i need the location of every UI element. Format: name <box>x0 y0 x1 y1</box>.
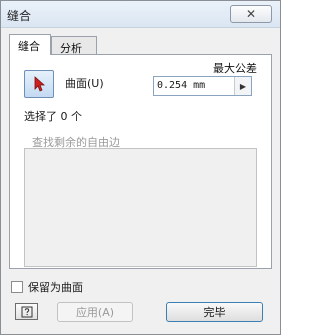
surface-label: 曲面(U) <box>65 77 104 90</box>
help-button[interactable] <box>15 303 38 320</box>
keep-as-surface-checkbox[interactable] <box>11 281 23 293</box>
surface-select-button[interactable] <box>24 70 54 98</box>
tolerance-value: 0.254 mm <box>157 80 206 91</box>
done-button[interactable]: 完毕 <box>166 302 263 322</box>
max-tolerance-label: 最大公差 <box>213 62 257 75</box>
tab-stitch-label: 缝合 <box>18 40 40 53</box>
tab-stitch[interactable]: 缝合 <box>9 34 51 55</box>
tolerance-arrow-button[interactable]: ▶ <box>234 77 251 95</box>
dialog-window: 缝合 ✕ 缝合 分析 最大公差 曲面(U) 0.254 mm ▶ 选择了 0 个… <box>0 0 281 335</box>
tab-analysis[interactable]: 分析 <box>51 36 97 55</box>
apply-button-label: 应用(A) <box>75 306 115 319</box>
tolerance-input[interactable]: 0.254 mm ▶ <box>153 76 252 96</box>
done-button-label: 完毕 <box>203 306 226 319</box>
help-icon <box>21 306 32 317</box>
cursor-arrow-icon <box>34 76 46 92</box>
tab-strip: 缝合 分析 <box>9 34 272 55</box>
keep-as-surface-row[interactable]: 保留为曲面 <box>11 279 83 295</box>
free-edges-list[interactable] <box>24 148 257 267</box>
selected-count-text: 选择了 0 个 <box>24 110 82 123</box>
chevron-right-icon: ▶ <box>239 81 247 91</box>
title-bar: 缝合 ✕ <box>1 1 280 28</box>
keep-as-surface-label: 保留为曲面 <box>28 281 83 294</box>
dialog-title: 缝合 <box>7 9 32 23</box>
close-icon: ✕ <box>245 7 257 21</box>
close-button[interactable]: ✕ <box>230 5 272 23</box>
apply-button[interactable]: 应用(A) <box>57 302 133 322</box>
stitch-panel: 最大公差 曲面(U) 0.254 mm ▶ 选择了 0 个 查找剩余的自由边 <box>9 54 272 269</box>
